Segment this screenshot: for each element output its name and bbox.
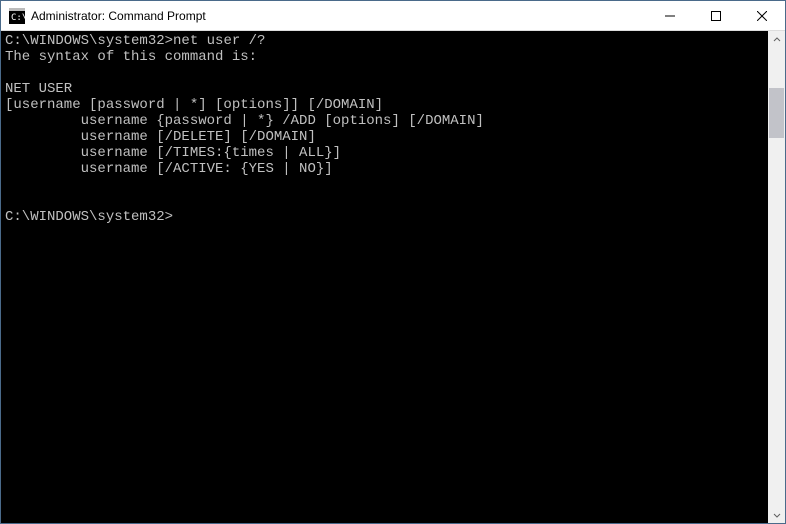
client-area: C:\WINDOWS\system32>net user /?The synta… — [1, 31, 785, 523]
scroll-down-button[interactable] — [768, 506, 785, 523]
output-line: NET USER — [5, 81, 768, 97]
output-line: username [/ACTIVE: {YES | NO}] — [5, 161, 768, 177]
output-line: [username [password | *] [options]] [/DO… — [5, 97, 768, 113]
minimize-button[interactable] — [647, 1, 693, 30]
chevron-down-icon — [773, 511, 781, 519]
cmd-window: C:\ Administrator: Command Prompt — [0, 0, 786, 524]
minimize-icon — [665, 11, 675, 21]
close-icon — [757, 11, 767, 21]
command-input: net user /? — [173, 33, 265, 49]
cmd-icon: C:\ — [9, 8, 25, 24]
scroll-thumb[interactable] — [769, 88, 784, 138]
scroll-up-button[interactable] — [768, 31, 785, 48]
output-line — [5, 65, 768, 81]
window-controls — [647, 1, 785, 30]
terminal-output[interactable]: C:\WINDOWS\system32>net user /?The synta… — [1, 31, 768, 523]
prompt: C:\WINDOWS\system32> — [5, 33, 173, 49]
output-line: username {password | *} /ADD [options] [… — [5, 113, 768, 129]
output-line: username [/TIMES:{times | ALL}] — [5, 145, 768, 161]
maximize-button[interactable] — [693, 1, 739, 30]
output-line — [5, 193, 768, 209]
output-line: The syntax of this command is: — [5, 49, 768, 65]
output-line: username [/DELETE] [/DOMAIN] — [5, 129, 768, 145]
vertical-scrollbar[interactable] — [768, 31, 785, 523]
titlebar[interactable]: C:\ Administrator: Command Prompt — [1, 1, 785, 31]
close-button[interactable] — [739, 1, 785, 30]
window-title: Administrator: Command Prompt — [31, 9, 647, 23]
chevron-up-icon — [773, 36, 781, 44]
svg-text:C:\: C:\ — [11, 13, 25, 23]
output-line — [5, 177, 768, 193]
scroll-track[interactable] — [768, 48, 785, 506]
maximize-icon — [711, 11, 721, 21]
prompt: C:\WINDOWS\system32> — [5, 209, 173, 225]
